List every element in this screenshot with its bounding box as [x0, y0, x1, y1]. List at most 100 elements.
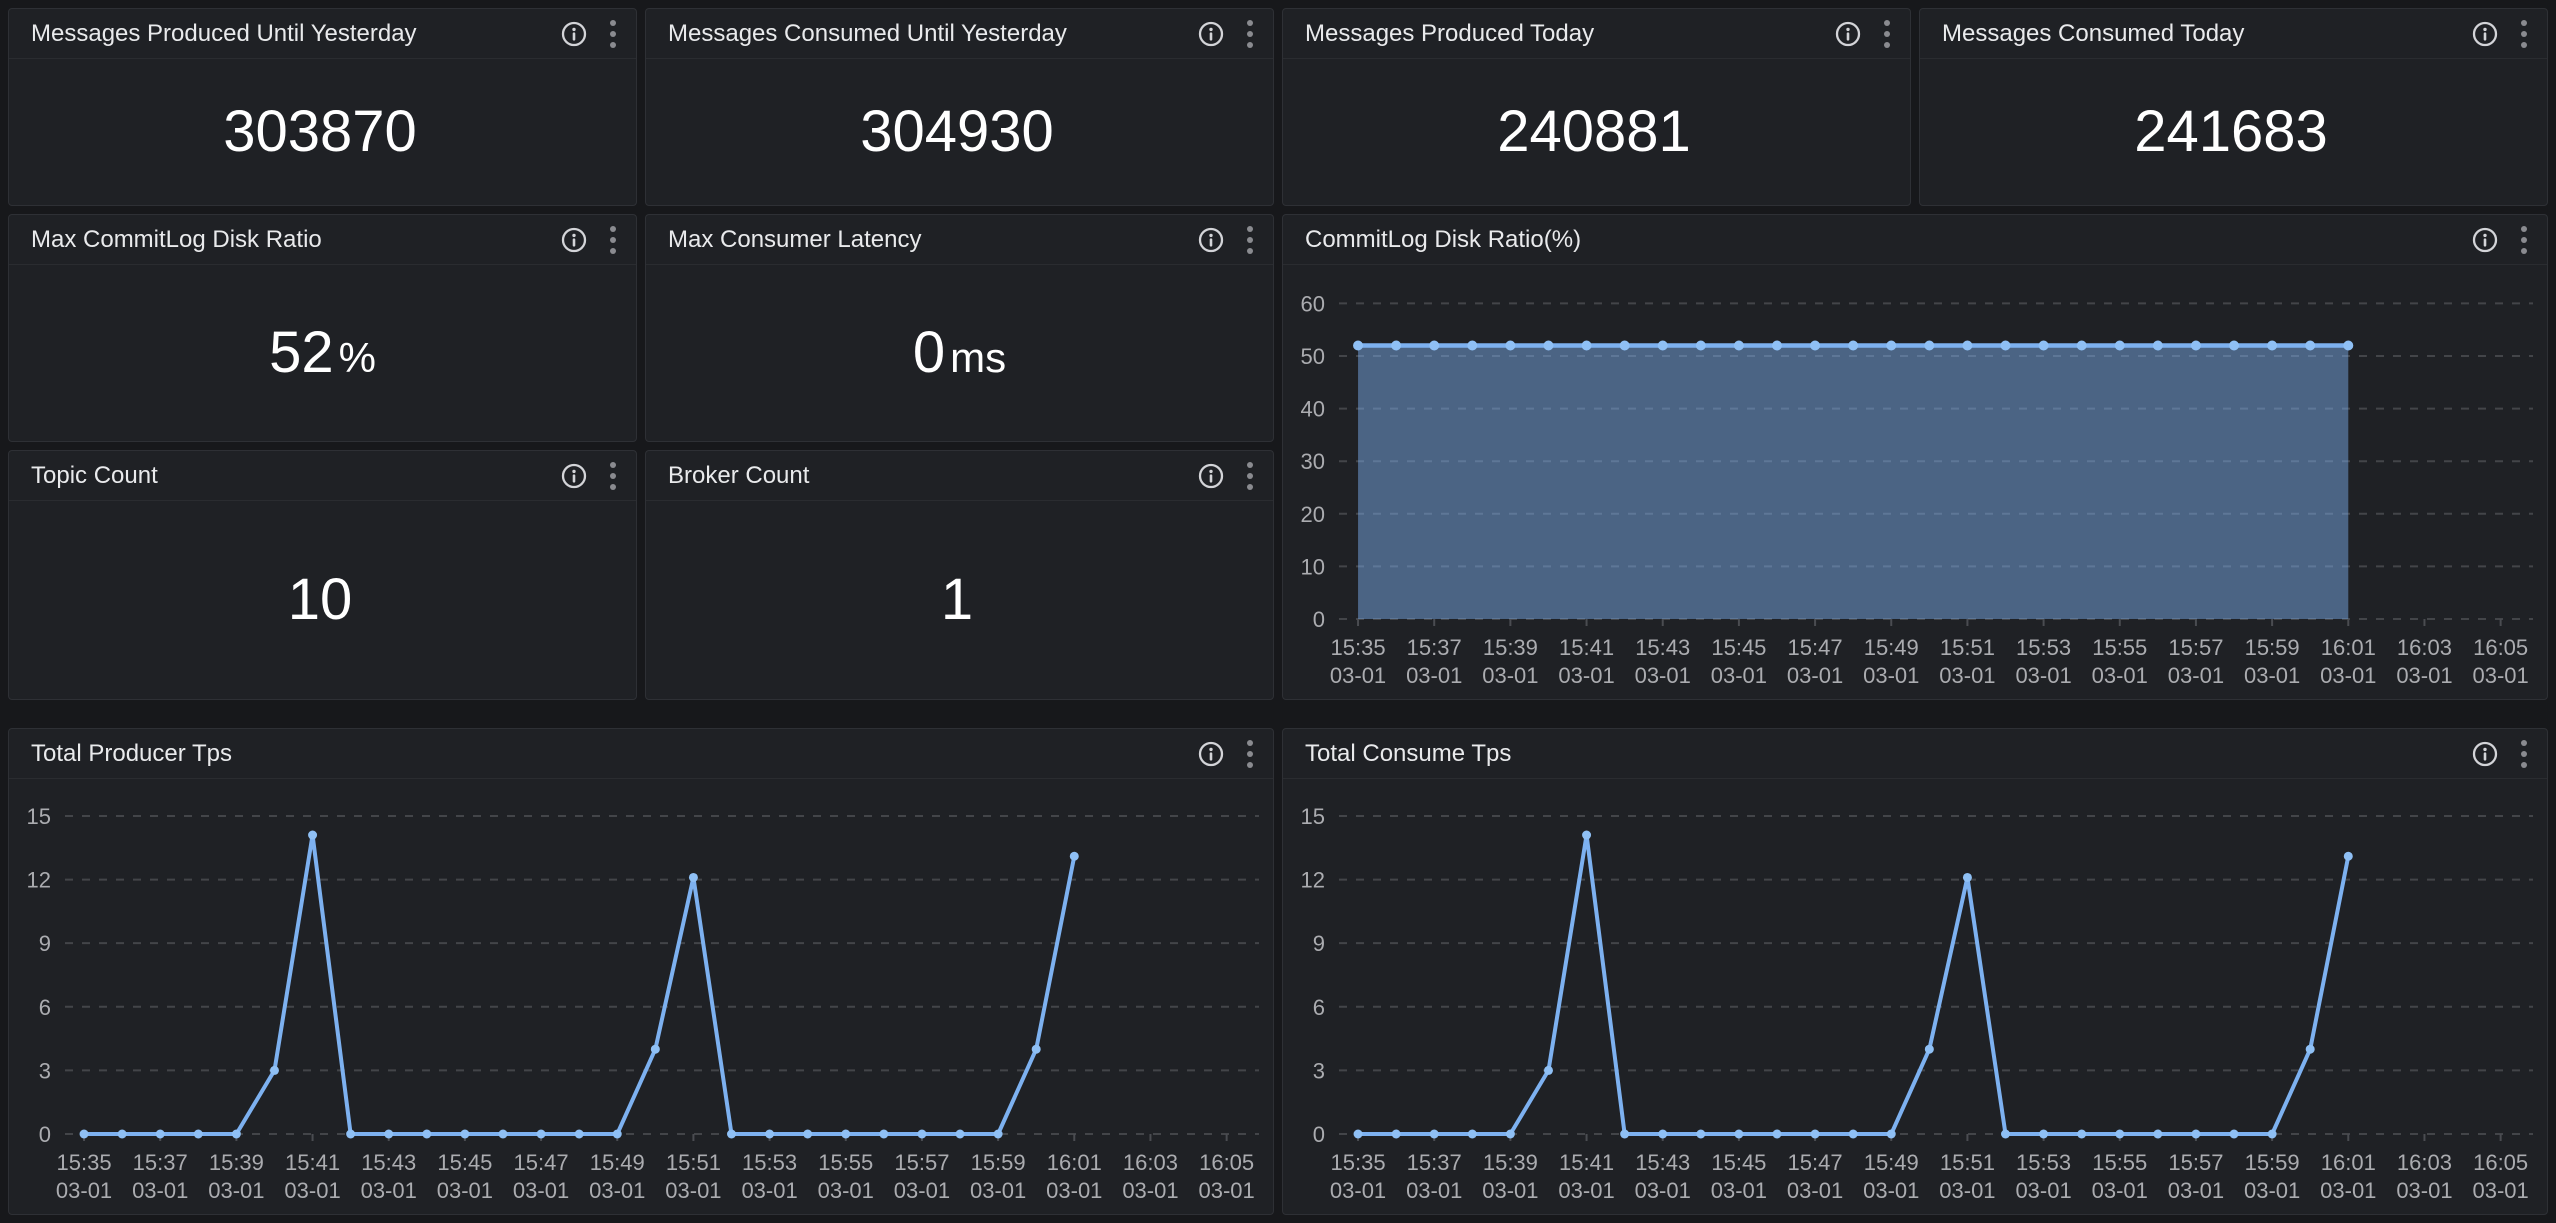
svg-text:15:53: 15:53 [2016, 635, 2071, 660]
stat-unit: ms [950, 337, 1006, 379]
svg-text:15:57: 15:57 [2168, 1150, 2223, 1175]
svg-text:15:43: 15:43 [361, 1150, 416, 1175]
panel-header: Messages Produced Until Yesterday [9, 9, 636, 59]
svg-text:03-01: 03-01 [132, 1178, 188, 1203]
stat-body: 304930 [646, 59, 1273, 205]
panel-title: CommitLog Disk Ratio(%) [1305, 226, 1581, 254]
chart-canvas[interactable]: 010203040506015:3503-0115:3703-0115:3903… [1283, 265, 2547, 699]
panel-header: CommitLog Disk Ratio(%) [1283, 215, 2547, 265]
svg-text:15:49: 15:49 [1864, 1150, 1919, 1175]
svg-text:16:01: 16:01 [2321, 1150, 2376, 1175]
panel-title: Max Consumer Latency [668, 226, 921, 254]
svg-text:15:49: 15:49 [590, 1150, 645, 1175]
stat-body: 240881 [1283, 59, 1910, 205]
svg-text:16:03: 16:03 [2397, 1150, 2452, 1175]
svg-text:40: 40 [1301, 397, 1325, 422]
panel-title: Messages Consumed Until Yesterday [668, 20, 1067, 48]
panel-messages-consumed-until-yesterday: Messages Consumed Until Yesterday 304930 [645, 8, 1274, 206]
svg-text:15:43: 15:43 [1635, 635, 1690, 660]
svg-text:03-01: 03-01 [2092, 1178, 2148, 1203]
svg-text:3: 3 [39, 1058, 51, 1083]
kebab-menu-icon[interactable] [1882, 16, 1892, 52]
svg-text:03-01: 03-01 [2244, 663, 2300, 688]
svg-text:03-01: 03-01 [665, 1178, 721, 1203]
info-icon[interactable] [2471, 740, 2499, 768]
kebab-menu-icon[interactable] [608, 458, 618, 494]
svg-text:15:35: 15:35 [1331, 635, 1386, 660]
kebab-menu-icon[interactable] [2519, 222, 2529, 258]
info-icon[interactable] [1197, 20, 1225, 48]
svg-text:03-01: 03-01 [513, 1178, 569, 1203]
svg-text:15:59: 15:59 [971, 1150, 1026, 1175]
stat-value: 1 [941, 571, 973, 629]
svg-text:03-01: 03-01 [1406, 1178, 1462, 1203]
kebab-menu-icon[interactable] [1245, 16, 1255, 52]
panel-header-actions [1197, 458, 1255, 494]
svg-text:03-01: 03-01 [970, 1178, 1026, 1203]
info-icon[interactable] [1197, 740, 1225, 768]
panel-header-actions [2471, 222, 2529, 258]
panel-title: Total Consume Tps [1305, 740, 1511, 768]
svg-text:15:57: 15:57 [894, 1150, 949, 1175]
svg-text:03-01: 03-01 [1711, 663, 1767, 688]
stat-value: 241683 [2134, 103, 2328, 161]
panel-total-consume-tps: Total Consume Tps 0369121515:3503-0115:3… [1282, 728, 2548, 1215]
svg-text:03-01: 03-01 [2396, 1178, 2452, 1203]
stat-value: 240881 [1497, 103, 1691, 161]
kebab-menu-icon[interactable] [1245, 222, 1255, 258]
svg-text:15:45: 15:45 [1711, 1150, 1766, 1175]
info-icon[interactable] [1197, 462, 1225, 490]
panel-title: Topic Count [31, 462, 158, 490]
svg-text:6: 6 [1313, 995, 1325, 1020]
panel-header: Messages Produced Today [1283, 9, 1910, 59]
stat-value: 303870 [223, 103, 417, 161]
svg-text:15:39: 15:39 [1483, 635, 1538, 660]
info-icon[interactable] [2471, 20, 2499, 48]
panel-title: Max CommitLog Disk Ratio [31, 226, 322, 254]
kebab-menu-icon[interactable] [608, 16, 618, 52]
chart-canvas[interactable]: 0369121515:3503-0115:3703-0115:3903-0115… [1283, 779, 2547, 1214]
info-icon[interactable] [560, 462, 588, 490]
svg-text:16:01: 16:01 [1047, 1150, 1102, 1175]
svg-text:15:51: 15:51 [1940, 635, 1995, 660]
svg-text:03-01: 03-01 [1863, 1178, 1919, 1203]
stat-body: 303870 [9, 59, 636, 205]
kebab-menu-icon[interactable] [608, 222, 618, 258]
kebab-menu-icon[interactable] [2519, 736, 2529, 772]
stat-body: 10 [9, 501, 636, 699]
panel-broker-count: Broker Count 1 [645, 450, 1274, 700]
svg-text:20: 20 [1301, 502, 1325, 527]
panel-topic-count: Topic Count 10 [8, 450, 637, 700]
kebab-menu-icon[interactable] [1245, 736, 1255, 772]
svg-text:03-01: 03-01 [1635, 663, 1691, 688]
svg-text:15:41: 15:41 [285, 1150, 340, 1175]
svg-text:9: 9 [39, 931, 51, 956]
kebab-menu-icon[interactable] [1245, 458, 1255, 494]
panel-header: Topic Count [9, 451, 636, 501]
svg-text:03-01: 03-01 [2472, 1178, 2528, 1203]
svg-text:03-01: 03-01 [1482, 663, 1538, 688]
kebab-menu-icon[interactable] [2519, 16, 2529, 52]
svg-text:03-01: 03-01 [2320, 663, 2376, 688]
svg-text:15:49: 15:49 [1864, 635, 1919, 660]
info-icon[interactable] [560, 20, 588, 48]
svg-text:15:47: 15:47 [1788, 635, 1843, 660]
svg-text:15:39: 15:39 [209, 1150, 264, 1175]
svg-text:03-01: 03-01 [894, 1178, 950, 1203]
svg-text:15:55: 15:55 [2092, 1150, 2147, 1175]
svg-text:03-01: 03-01 [2472, 663, 2528, 688]
info-icon[interactable] [1834, 20, 1862, 48]
svg-text:16:03: 16:03 [2397, 635, 2452, 660]
svg-text:03-01: 03-01 [2396, 663, 2452, 688]
svg-text:16:05: 16:05 [1199, 1150, 1254, 1175]
info-icon[interactable] [2471, 226, 2499, 254]
svg-text:15:41: 15:41 [1559, 1150, 1614, 1175]
panel-title: Broker Count [668, 462, 809, 490]
chart-canvas[interactable]: 0369121515:3503-0115:3703-0115:3903-0115… [9, 779, 1273, 1214]
info-icon[interactable] [1197, 226, 1225, 254]
info-icon[interactable] [560, 226, 588, 254]
svg-text:03-01: 03-01 [1939, 663, 1995, 688]
svg-text:15:47: 15:47 [514, 1150, 569, 1175]
panel-title: Messages Produced Until Yesterday [31, 20, 417, 48]
panel-title: Total Producer Tps [31, 740, 232, 768]
